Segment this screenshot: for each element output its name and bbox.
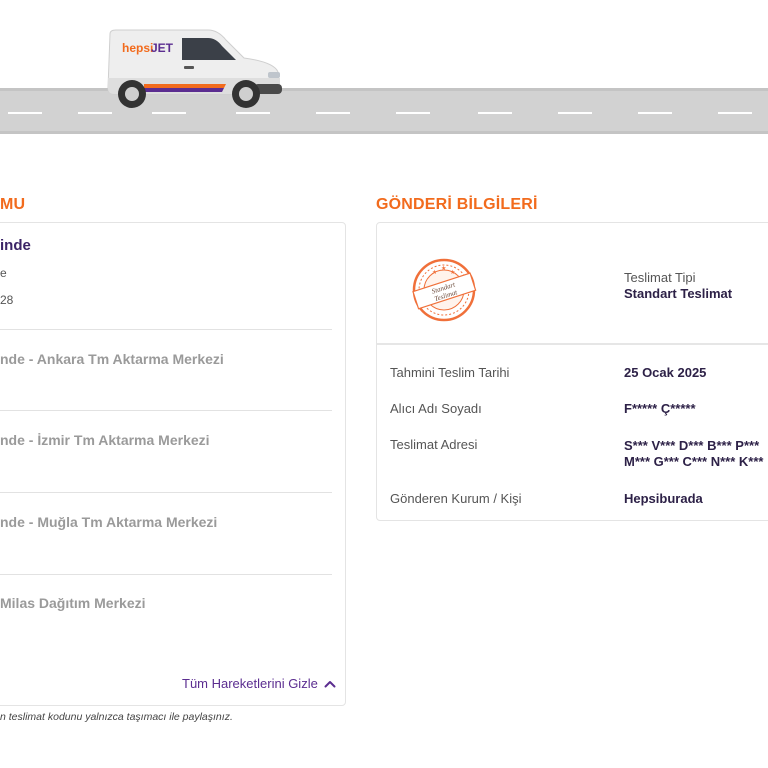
road-dash [558,112,592,114]
road-dash [718,112,752,114]
road-dash [236,112,270,114]
hide-all-movements-label: Tüm Hareketlerini Gizle [182,676,318,691]
history-item: nde - Muğla Tm Aktarma Merkezi [0,514,218,530]
divider [0,329,332,330]
road-dash [152,112,186,114]
delivery-address-label: Teslimat Adresi [390,437,478,452]
svg-text:★: ★ [450,269,455,276]
divider [0,410,332,411]
road-dash [396,112,430,114]
svg-text:★: ★ [441,265,446,272]
divider [0,492,332,493]
history-item: Milas Dağıtım Merkezi [0,595,146,611]
current-status-detail: e [0,266,7,280]
sender-value: Hepsiburada [624,491,703,506]
history-item: nde - İzmir Tm Aktarma Merkezi [0,432,210,448]
standard-delivery-stamp-icon: Standart Teslimat ★ ★ ★ [412,258,477,322]
chevron-up-icon [324,680,336,687]
estimated-date-value: 25 Ocak 2025 [624,365,707,380]
road-dash [638,112,672,114]
van-brand-suffix: JET [151,41,174,55]
delivery-van-icon: hepsi JET [107,29,282,108]
road-dash [78,112,112,114]
recipient-name-label: Alıcı Adı Soyadı [390,401,482,416]
delivery-address-line2: M*** G*** C*** N*** K*** [624,454,764,469]
road-dash [8,112,42,114]
divider [0,574,332,575]
current-status-time: 28 [0,293,14,307]
tracking-section-title: MU [0,196,26,213]
hide-all-movements-link[interactable]: Tüm Hareketlerini Gizle [182,676,336,691]
divider [377,343,768,345]
shipment-section-title: GÖNDERİ BİLGİLERİ [376,196,538,213]
tracking-card [0,222,346,706]
svg-text:★: ★ [432,269,437,276]
road-dash [316,112,350,114]
estimated-date-label: Tahmini Teslim Tarihi [390,365,510,380]
sender-label: Gönderen Kurum / Kişi [390,491,522,506]
delivery-code-footnote: n teslimat kodunu yalnızca taşımacı ile … [0,711,233,723]
delivery-address-line1: S*** V*** D*** B*** P*** [624,438,760,453]
van-brand-prefix: hepsi [122,41,153,55]
current-status-title: inde [0,237,31,254]
delivery-type-value: Standart Teslimat [624,286,733,301]
road-dash [478,112,512,114]
delivery-type-label: Teslimat Tipi [624,270,696,285]
recipient-name-value: F***** Ç***** [624,401,696,416]
history-item: nde - Ankara Tm Aktarma Merkezi [0,351,224,367]
